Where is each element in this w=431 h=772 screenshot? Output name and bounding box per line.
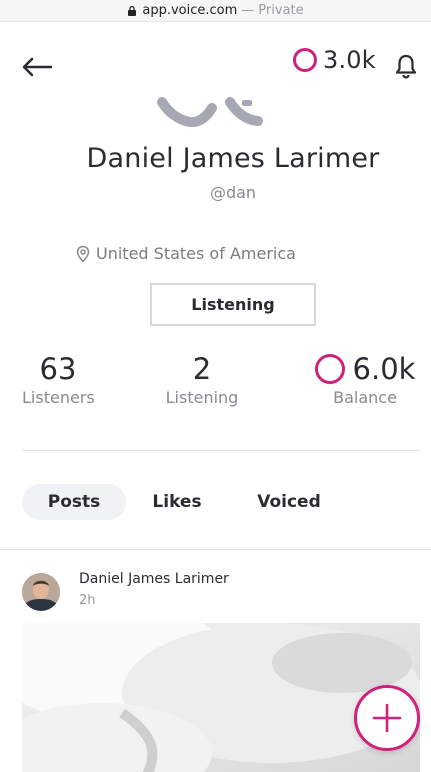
profile-name: Daniel James Larimer — [86, 143, 380, 174]
tab-posts[interactable]: Posts — [22, 484, 126, 520]
header-balance-value: 3.0k — [323, 46, 376, 74]
stat-balance[interactable]: 6.0k Balance — [306, 352, 424, 407]
balance-value: 6.0k — [352, 352, 416, 386]
lock-icon — [128, 5, 137, 16]
profile-tabs: Posts Likes Voiced — [22, 484, 420, 522]
browser-address-bar[interactable]: app.voice.com — Private — [0, 0, 431, 22]
back-arrow-icon — [22, 57, 53, 77]
post-author-avatar[interactable] — [22, 573, 60, 611]
voice-token-icon — [314, 354, 345, 384]
listening-label: Listening — [165, 388, 239, 407]
back-button[interactable] — [20, 54, 54, 80]
top-header: 3.0k — [0, 40, 431, 90]
stat-listening[interactable]: 2 Listening — [160, 352, 244, 407]
location-pin-icon — [76, 245, 90, 263]
voice-token-icon — [293, 48, 317, 72]
location-text: United States of America — [96, 244, 296, 263]
browser-mode: Private — [258, 3, 304, 18]
browser-mode-separator: — — [241, 3, 255, 18]
notifications-button[interactable] — [394, 53, 418, 79]
plus-icon — [372, 703, 402, 733]
balance-label: Balance — [333, 388, 397, 407]
listening-count: 2 — [192, 352, 212, 386]
browser-url: app.voice.com — [142, 3, 238, 18]
tab-voiced[interactable]: Voiced — [244, 484, 334, 520]
divider — [22, 450, 420, 451]
stat-listeners[interactable]: 63 Listeners — [22, 352, 95, 407]
divider — [0, 549, 431, 550]
listening-button[interactable]: Listening — [150, 283, 316, 326]
profile-handle: @dan — [209, 183, 257, 202]
listeners-label: Listeners — [22, 388, 95, 407]
post-header: Daniel James Larimer 2h — [22, 569, 420, 613]
post-timestamp: 2h — [79, 593, 96, 608]
tab-likes[interactable]: Likes — [140, 484, 214, 520]
post-author-name[interactable]: Daniel James Larimer — [79, 571, 229, 587]
listeners-count: 63 — [39, 352, 77, 386]
profile-location: United States of America — [76, 244, 296, 263]
bell-icon — [395, 54, 417, 79]
header-balance[interactable]: 3.0k — [293, 46, 376, 74]
create-post-button[interactable] — [354, 685, 420, 751]
profile-avatar — [150, 96, 280, 130]
